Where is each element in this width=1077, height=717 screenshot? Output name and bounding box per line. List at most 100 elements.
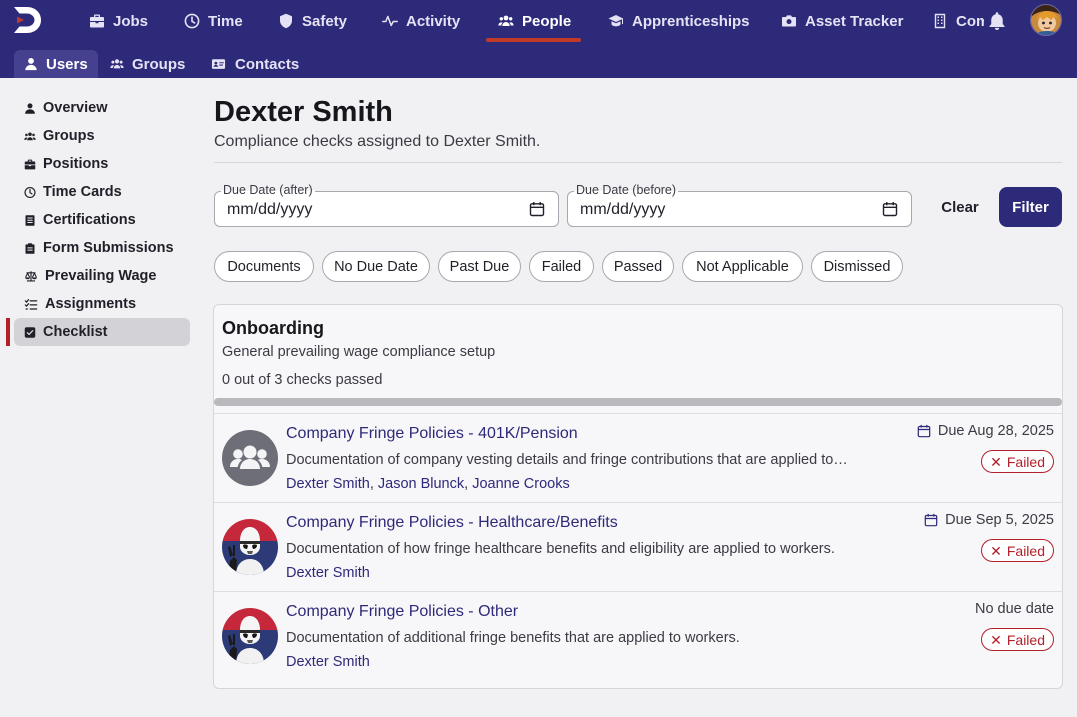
nav-safety-label: Safety	[302, 12, 348, 30]
due-date-after-field[interactable]: Due Date (after) mm/dd/yyyy	[214, 183, 559, 227]
scale-icon	[24, 270, 38, 283]
subtab-groups[interactable]: Groups	[100, 50, 195, 78]
sidebar-item-label: Assignments	[45, 296, 137, 312]
graduation-cap-icon	[608, 13, 624, 29]
assignee-link[interactable]: Dexter Smith	[286, 654, 370, 670]
bell-icon[interactable]	[987, 11, 1007, 31]
calendar-icon	[917, 424, 931, 438]
users-icon	[498, 13, 514, 29]
nav-people-label: People	[522, 12, 572, 30]
group-progress-text: 0 out of 3 checks passed	[222, 372, 383, 388]
sidebar-item-checklist[interactable]: Checklist	[14, 318, 190, 346]
x-icon: ✕	[990, 631, 1002, 648]
chip-past-due[interactable]: Past Due	[438, 251, 521, 282]
sidebar-item-time-cards[interactable]: Time Cards	[14, 178, 190, 206]
filter-button[interactable]: Filter	[999, 187, 1062, 227]
check-description: Documentation of additional fringe benef…	[286, 630, 740, 646]
group-progress-bar	[214, 398, 1062, 406]
calendar-icon[interactable]	[529, 201, 545, 217]
nav-activity[interactable]: Activity	[382, 0, 460, 42]
app-logo[interactable]	[14, 7, 46, 33]
group-description: General prevailing wage compliance setup	[222, 344, 496, 360]
nav-people[interactable]: People	[498, 0, 571, 42]
sidebar-item-label: Form Submissions	[43, 240, 174, 256]
check-title-link[interactable]: Company Fringe Policies - Other	[286, 603, 518, 621]
nav-apprenticeships[interactable]: Apprenticeships	[608, 0, 750, 42]
sidebar-item-label: Positions	[43, 156, 109, 172]
assignee-link[interactable]: Dexter Smith	[286, 565, 370, 581]
stormtrooper-avatar	[222, 519, 278, 575]
sidebar-item-label: Overview	[43, 100, 108, 116]
subtab-groups-label: Groups	[132, 55, 186, 73]
nav-jobs-label: Jobs	[113, 12, 149, 30]
check-due-date: No due date	[975, 601, 1054, 617]
users-icon	[110, 57, 124, 71]
nav-time-label: Time	[208, 12, 243, 30]
chip-passed[interactable]: Passed	[602, 251, 674, 282]
check-row[interactable]: Company Fringe Policies - Healthcare/Ben…	[214, 502, 1062, 591]
header-divider	[214, 162, 1062, 163]
sidebar-item-positions[interactable]: Positions	[14, 150, 190, 178]
group-title: Onboarding	[222, 318, 324, 338]
chip-failed[interactable]: Failed	[529, 251, 594, 282]
check-title-link[interactable]: Company Fringe Policies - 401K/Pension	[286, 425, 578, 443]
nav-asset-tracker[interactable]: Asset Tracker	[781, 0, 903, 42]
nav-jobs[interactable]: Jobs	[89, 0, 148, 42]
stormtrooper-avatar	[222, 608, 278, 664]
due-date-before-field[interactable]: Due Date (before) mm/dd/yyyy	[567, 183, 912, 227]
check-due-date: Due Sep 5, 2025	[924, 512, 1054, 528]
sidebar-item-label: Prevailing Wage	[45, 268, 157, 284]
sidebar-item-assignments[interactable]: Assignments	[14, 290, 190, 318]
subtab-users-label: Users	[46, 55, 88, 73]
square-check-icon	[24, 326, 36, 339]
active-sidebar-indicator	[6, 318, 10, 346]
active-nav-indicator	[486, 38, 581, 42]
shield-icon	[278, 13, 294, 29]
check-assignees: Dexter Smith	[286, 654, 370, 670]
id-card-icon	[210, 57, 227, 71]
subtab-contacts[interactable]: Contacts	[200, 50, 309, 78]
nav-com-label: Com	[956, 12, 984, 30]
check-title-link[interactable]: Company Fringe Policies - Healthcare/Ben…	[286, 514, 618, 532]
sidebar-item-prevailing-wage[interactable]: Prevailing Wage	[14, 262, 190, 290]
clear-button[interactable]: Clear	[931, 187, 989, 227]
page-subtitle: Compliance checks assigned to Dexter Smi…	[214, 133, 541, 150]
assignee-link[interactable]: Dexter Smith	[286, 476, 370, 492]
chip-no-due-date[interactable]: No Due Date	[322, 251, 430, 282]
user-avatar[interactable]	[1030, 4, 1062, 36]
sidebar-item-label: Groups	[43, 128, 95, 144]
calendar-icon	[924, 513, 938, 527]
chip-dismissed[interactable]: Dismissed	[811, 251, 903, 282]
briefcase-icon	[89, 13, 105, 29]
sidebar-item-groups[interactable]: Groups	[14, 122, 190, 150]
due-date-before-value: mm/dd/yyyy	[580, 201, 666, 218]
camera-icon	[781, 13, 797, 29]
status-badge-label: Failed	[1006, 453, 1045, 470]
chip-documents[interactable]: Documents	[214, 251, 314, 282]
building-icon	[932, 13, 948, 29]
page-title: Dexter Smith	[214, 96, 393, 128]
chip-not-applicable[interactable]: Not Applicable	[682, 251, 803, 282]
user-icon	[24, 57, 38, 71]
sidebar-item-overview[interactable]: Overview	[14, 94, 190, 122]
sidebar-item-certifications[interactable]: Certifications	[14, 206, 190, 234]
users-icon	[24, 130, 36, 143]
check-row[interactable]: Company Fringe Policies - 401K/Pension D…	[214, 413, 1062, 502]
subtab-users[interactable]: Users	[14, 50, 98, 78]
nav-time[interactable]: Time	[184, 0, 243, 42]
nav-safety[interactable]: Safety	[278, 0, 347, 42]
check-due-text: Due Sep 5, 2025	[945, 512, 1054, 528]
assignee-link[interactable]: Jason Blunck	[378, 476, 464, 492]
check-due-text: No due date	[974, 601, 1054, 617]
due-date-after-label: Due Date (after)	[221, 183, 315, 197]
x-icon: ✕	[990, 542, 1002, 559]
calendar-icon[interactable]	[882, 201, 898, 217]
nav-com[interactable]: Com	[932, 0, 984, 42]
assignee-link[interactable]: Joanne Crooks	[472, 476, 570, 492]
sidebar-item-form-submissions[interactable]: Form Submissions	[14, 234, 190, 262]
check-assignees: Dexter Smith	[286, 565, 370, 581]
briefcase-icon	[24, 158, 36, 171]
check-row[interactable]: Company Fringe Policies - Other Document…	[214, 591, 1062, 680]
clipboard-icon	[24, 242, 36, 255]
clock-icon	[24, 186, 36, 199]
